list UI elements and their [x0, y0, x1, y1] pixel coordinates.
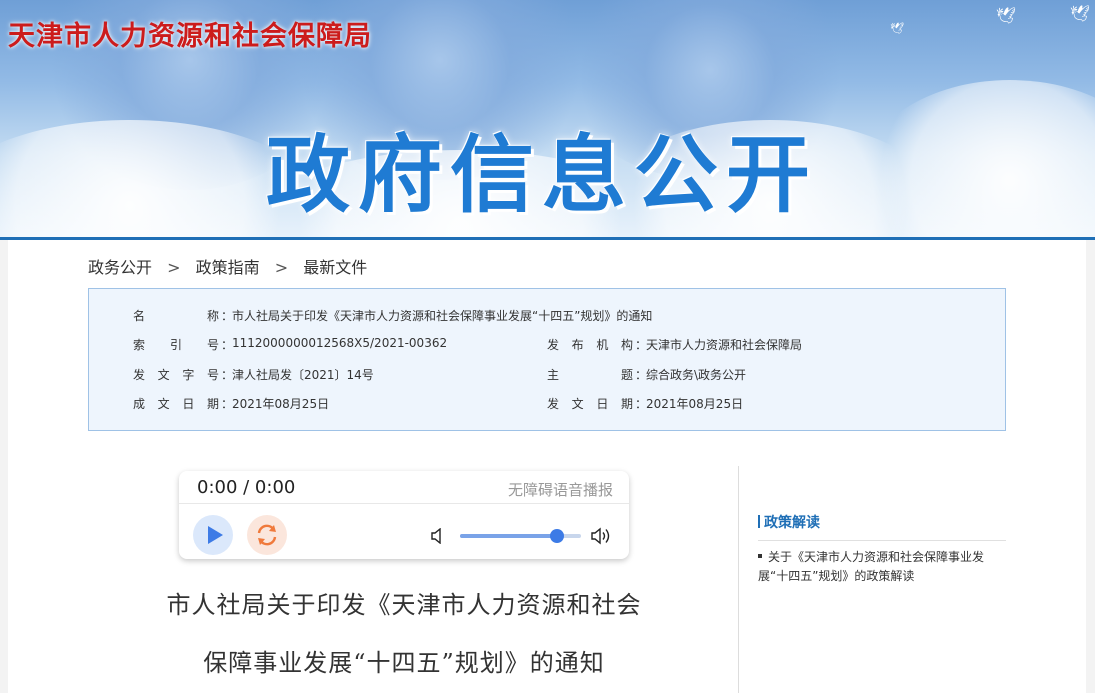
volume-slider[interactable] — [460, 529, 581, 543]
column-divider — [738, 466, 739, 693]
info-label-created: 成文日期 — [133, 397, 219, 411]
info-value-name: 市人社局关于印发《天津市人力资源和社会保障事业发展“十四五”规划》的通知 — [232, 309, 653, 323]
article-title-line: 保障事业发展“十四五”规划》的通知 — [203, 649, 605, 677]
play-icon — [208, 526, 223, 544]
info-value-index: 1112000000012568X5/2021-00362 — [232, 336, 448, 350]
sidebar-heading-label: 政策解读 — [764, 515, 820, 531]
volume-high-icon[interactable] — [591, 526, 613, 546]
player-time: 0:00 / 0:00 — [197, 477, 296, 498]
breadcrumb-separator: > — [274, 258, 289, 277]
audio-player: 0:00 / 0:00 无障碍语音播报 — [179, 471, 629, 559]
info-value-docno: 津人社局发〔2021〕14号 — [232, 368, 374, 382]
breadcrumb-separator: > — [167, 258, 181, 277]
breadcrumb-item-policy-guide[interactable]: 政策指南 — [196, 258, 260, 277]
org-name: 天津市人力资源和社会保障局 — [8, 21, 372, 52]
info-row-index: 索引号 ： 1112000000012568X5/2021-00362 发布机构… — [89, 336, 1005, 356]
article-title: 市人社局关于印发《天津市人力资源和社会 保障事业发展“十四五”规划》的通知 — [148, 576, 660, 692]
sidebar-heading: 政策解读 — [758, 512, 1006, 541]
sidebar-item-policy-interpretation[interactable]: 关于《天津市人力资源和社会保障事业发展“十四五”规划》的政策解读 — [758, 548, 1008, 586]
info-label-publisher: 发布机构 — [547, 338, 633, 352]
loop-icon — [257, 524, 277, 546]
info-value-created: 2021年08月25日 — [232, 397, 330, 411]
dove-icon: 🕊 — [890, 22, 904, 35]
info-label-topic: 主题 — [547, 368, 633, 382]
sidebar-item-label: 关于《天津市人力资源和社会保障事业发展“十四五”规划》的政策解读 — [758, 550, 985, 583]
player-label: 无障碍语音播报 — [507, 481, 613, 499]
header-banner: 🕊 🕊 🕊 天津市人力资源和社会保障局 政府信息公开 — [0, 0, 1095, 238]
info-row-dates: 成文日期 ： 2021年08月25日 发文日期 ： 2021年08月25日 — [89, 395, 1005, 415]
info-value-topic: 综合政务\政务公开 — [646, 368, 747, 382]
banner-cloud — [860, 80, 1095, 238]
dove-icon: 🕊 — [1070, 4, 1091, 23]
main-content: 政务公开 > 政策指南 > 最新文件 名称 ： 市人社局关于印发《天津市人力资源… — [8, 240, 1086, 693]
document-info-table: 名称 ： 市人社局关于印发《天津市人力资源和社会保障事业发展“十四五”规划》的通… — [88, 288, 1006, 431]
article-title-line: 市人社局关于印发《天津市人力资源和社会 — [166, 591, 642, 619]
volume-slider-handle[interactable] — [549, 529, 564, 543]
info-label-name: 名称 — [133, 309, 219, 323]
info-label-index: 索引号 — [133, 338, 219, 352]
breadcrumb: 政务公开 > 政策指南 > 最新文件 — [88, 254, 377, 278]
bullet-icon — [758, 554, 762, 558]
info-label-docno: 发文字号 — [133, 368, 219, 382]
loop-button[interactable] — [247, 515, 287, 555]
play-button[interactable] — [193, 515, 233, 555]
info-label-issued: 发文日期 — [547, 397, 633, 411]
dove-icon: 🕊 — [996, 6, 1017, 25]
heading-bar-icon — [758, 515, 760, 528]
breadcrumb-item-gov-affairs[interactable]: 政务公开 — [88, 258, 152, 277]
info-value-publisher: 天津市人力资源和社会保障局 — [646, 338, 803, 352]
player-divider — [179, 503, 629, 504]
breadcrumb-item-latest-docs[interactable]: 最新文件 — [303, 258, 367, 277]
volume-low-icon[interactable] — [431, 528, 445, 544]
info-row-name: 名称 ： 市人社局关于印发《天津市人力资源和社会保障事业发展“十四五”规划》的通… — [89, 307, 1005, 327]
section-title: 政府信息公开 — [266, 126, 819, 224]
info-row-docno: 发文字号 ： 津人社局发〔2021〕14号 主题 ： 综合政务\政务公开 — [89, 366, 1005, 386]
volume-slider-fill — [460, 534, 557, 538]
info-value-issued: 2021年08月25日 — [646, 397, 744, 411]
